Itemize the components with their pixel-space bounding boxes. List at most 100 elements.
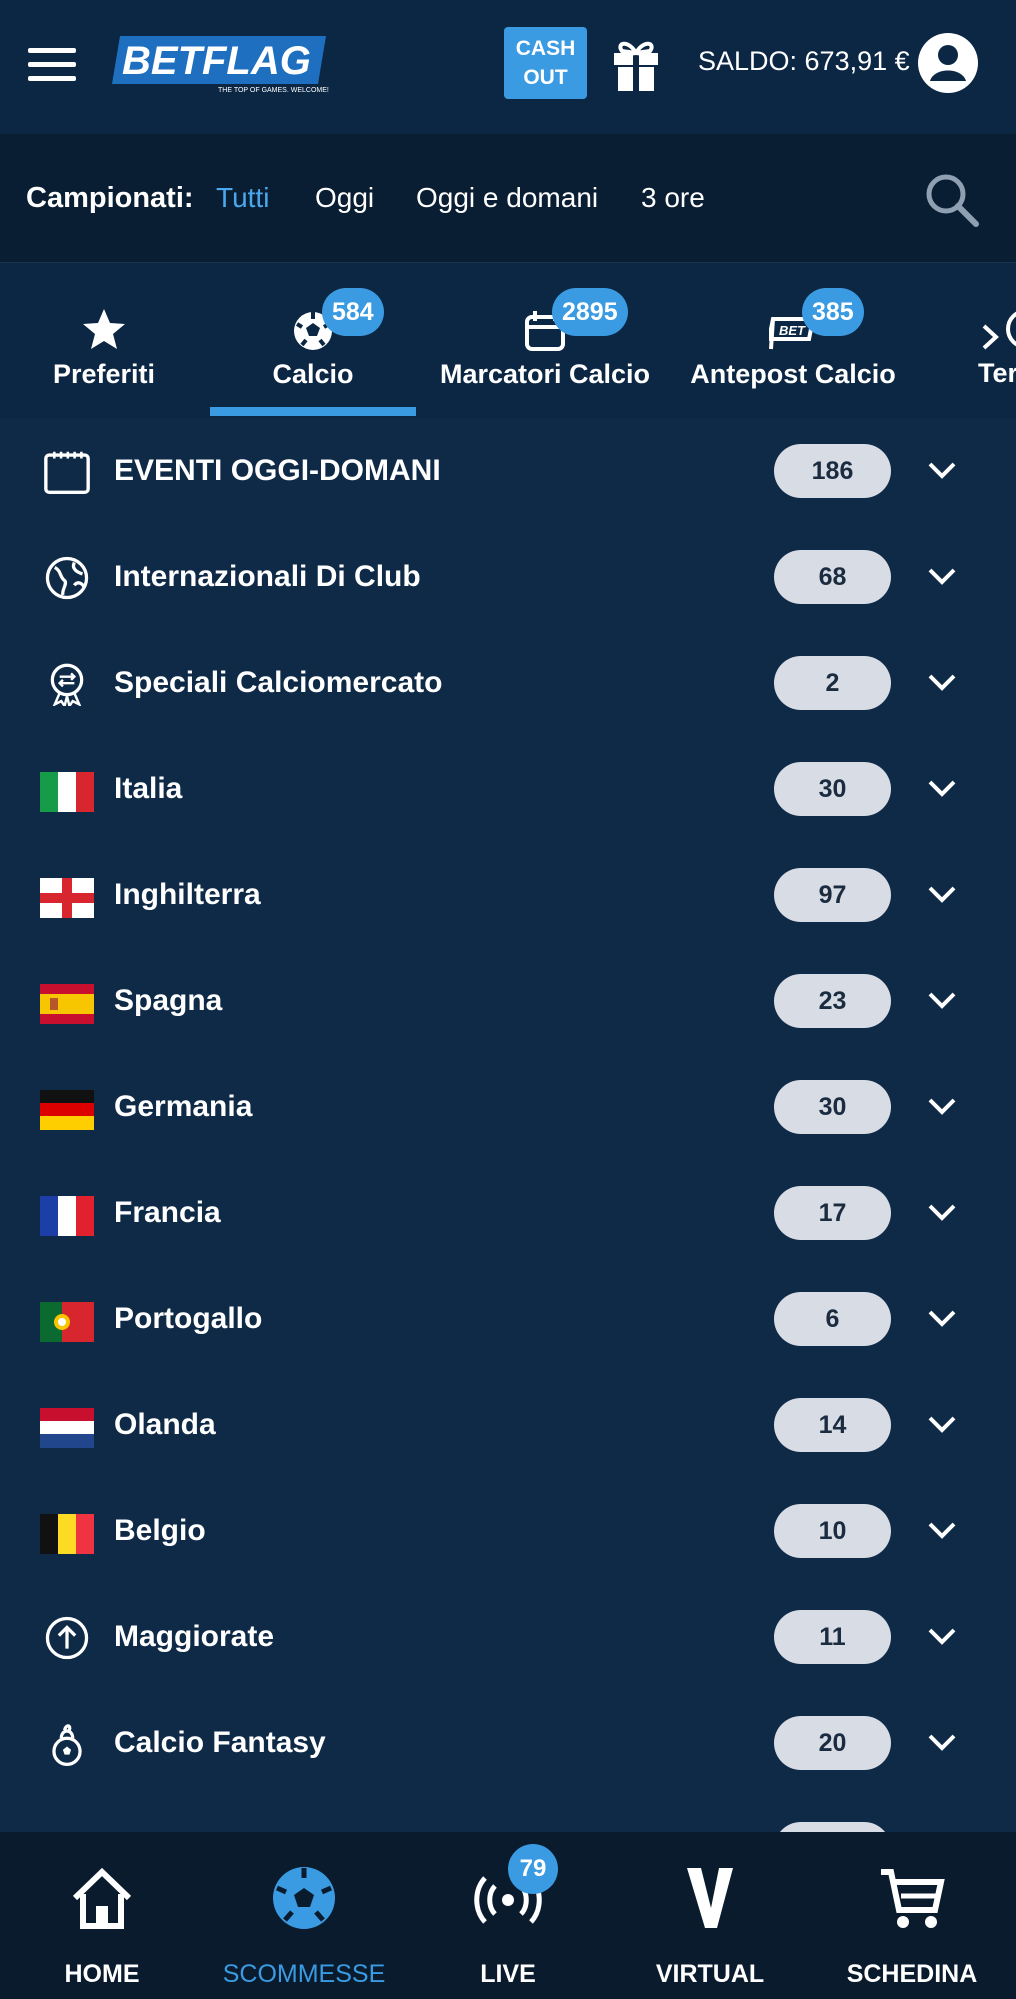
tab-count-badge: 385 <box>802 288 864 336</box>
soccer-ball-icon <box>273 1867 335 1929</box>
svg-text:BET: BET <box>779 323 806 338</box>
star-icon <box>83 309 125 349</box>
row-label: EVENTI OGGI-DOMANI <box>114 454 441 487</box>
chevron-down-icon[interactable] <box>926 1306 958 1330</box>
list-item[interactable]: Germania 30 <box>0 1054 1016 1161</box>
top-header: BETFLAG THE TOP OF GAMES. WELCOME! CASH … <box>0 0 1016 134</box>
row-label: Calcio Fantasy <box>114 1726 326 1759</box>
count-badge: 6 <box>774 1292 891 1346</box>
row-label: Internazionali Di Club <box>114 560 421 593</box>
chevron-down-icon[interactable] <box>926 670 958 694</box>
filter-option-oggi-e-domani[interactable]: Oggi e domani <box>416 182 598 214</box>
list-item[interactable]: Italia 30 <box>0 736 1016 843</box>
nav-label: VIRTUAL <box>655 1960 765 1988</box>
nav-virtual[interactable]: VIRTUAL <box>610 1832 810 1999</box>
row-label: Speciali Calciomercato <box>114 666 443 699</box>
chevron-down-icon[interactable] <box>926 1624 958 1648</box>
tab-marcatori-calcio[interactable]: 2895 Marcatori Calcio <box>416 263 674 417</box>
nav-label: HOME <box>64 1960 140 1988</box>
tab-partial-label[interactable]: Ter <box>978 358 1016 389</box>
row-label: Maggiorate <box>114 1620 275 1653</box>
chevron-down-icon[interactable] <box>926 564 958 588</box>
gift-icon[interactable] <box>610 35 662 93</box>
count-badge: 30 <box>774 1080 891 1134</box>
list-item[interactable]: Speciali Calciomercato 2 <box>0 630 1016 737</box>
nav-live[interactable]: LIVE <box>408 1832 608 1999</box>
flag-italy-icon <box>40 772 94 812</box>
tab-label: Marcatori Calcio <box>439 359 651 389</box>
calendar-icon <box>44 451 90 494</box>
logo-tagline: THE TOP OF GAMES. WELCOME! <box>218 87 329 94</box>
chevron-down-icon[interactable] <box>926 1412 958 1436</box>
row-label: Spagna <box>114 984 223 1017</box>
flag-england-icon <box>40 878 94 918</box>
filter-option-oggi[interactable]: Oggi <box>315 182 374 214</box>
chevron-down-icon[interactable] <box>926 1094 958 1118</box>
flag-germany-icon <box>40 1090 94 1130</box>
chevron-down-icon[interactable] <box>926 776 958 800</box>
chevron-down-icon[interactable] <box>926 1200 958 1224</box>
nav-label: SCOMMESSE <box>222 1960 386 1988</box>
betflag-logo[interactable]: BETFLAG THE TOP OF GAMES. WELCOME! <box>106 30 336 96</box>
championship-list: EVENTI OGGI-DOMANI 186 Internazionali Di… <box>0 418 1016 1832</box>
count-badge: 20 <box>774 1716 891 1770</box>
globe-icon <box>45 556 89 600</box>
count-badge-partial <box>774 1822 891 1832</box>
list-item[interactable]: Belgio 10 <box>0 1478 1016 1585</box>
list-item[interactable]: Internazionali Di Club 68 <box>0 524 1016 631</box>
filter-option-3-ore[interactable]: 3 ore <box>641 182 705 214</box>
home-icon <box>72 1867 132 1929</box>
list-item[interactable]: Francia 17 <box>0 1160 1016 1267</box>
count-badge: 68 <box>774 550 891 604</box>
count-badge: 97 <box>774 868 891 922</box>
tab-calcio[interactable]: 584 Calcio <box>210 263 416 417</box>
chevron-down-icon[interactable] <box>926 458 958 482</box>
list-item[interactable]: Portogallo 6 <box>0 1266 1016 1373</box>
fantasy-ball-icon <box>52 1724 82 1766</box>
active-tab-underline <box>210 407 416 416</box>
chevron-down-icon[interactable] <box>926 1730 958 1754</box>
list-item[interactable]: Spagna 23 <box>0 948 1016 1055</box>
list-item[interactable]: Calcio Fantasy 20 <box>0 1690 1016 1797</box>
nav-home[interactable]: HOME <box>2 1832 202 1999</box>
cashout-line2: OUT <box>523 66 568 89</box>
count-badge: 186 <box>774 444 891 498</box>
transfer-badge-icon <box>50 663 84 706</box>
list-item[interactable]: EVENTI OGGI-DOMANI 186 <box>0 418 1016 525</box>
count-badge: 11 <box>774 1610 891 1664</box>
championship-filter-bar: Campionati: Tutti Oggi Oggi e domani 3 o… <box>0 134 1016 263</box>
tab-count-badge: 584 <box>322 288 384 336</box>
tab-label: Calcio <box>272 359 354 389</box>
flag-belgium-icon <box>40 1514 94 1554</box>
list-item[interactable]: Maggiorate 11 <box>0 1584 1016 1691</box>
chevron-down-icon[interactable] <box>926 882 958 906</box>
cashout-button[interactable]: CASH OUT <box>504 27 587 99</box>
flag-portugal-icon <box>40 1302 94 1342</box>
tab-antepost-calcio[interactable]: BET 385 Antepost Calcio <box>680 263 906 417</box>
menu-hamburger-icon[interactable] <box>28 48 76 82</box>
list-item[interactable]: Inghilterra 97 <box>0 842 1016 949</box>
chevron-right-icon[interactable] <box>978 322 1002 352</box>
list-item[interactable]: Olanda 14 <box>0 1372 1016 1479</box>
chevron-down-icon[interactable] <box>926 1518 958 1542</box>
count-badge: 23 <box>774 974 891 1028</box>
nav-scommesse[interactable]: SCOMMESSE <box>204 1832 404 1999</box>
search-icon[interactable] <box>924 172 980 228</box>
sport-tabs: Preferiti 584 Calcio 2895 Marcatori Calc… <box>0 263 1016 417</box>
tab-label: Preferiti <box>52 359 156 389</box>
chevron-down-icon[interactable] <box>926 988 958 1012</box>
tab-count-badge: 2895 <box>552 288 628 336</box>
count-badge: 17 <box>774 1186 891 1240</box>
balance-text: SALDO: 673,91 € <box>698 46 910 76</box>
filter-option-tutti[interactable]: Tutti <box>216 182 269 214</box>
row-label: Olanda <box>114 1408 216 1441</box>
live-count-badge: 79 <box>508 1844 558 1894</box>
count-badge: 14 <box>774 1398 891 1452</box>
nav-schedina[interactable]: SCHEDINA <box>812 1832 1012 1999</box>
cashout-line1: CASH <box>515 37 576 60</box>
list-item-partial[interactable] <box>0 1796 1016 1832</box>
tab-preferiti[interactable]: Preferiti <box>0 263 208 417</box>
row-label: Italia <box>114 772 183 805</box>
count-badge: 2 <box>774 656 891 710</box>
user-avatar-icon[interactable] <box>918 33 978 93</box>
